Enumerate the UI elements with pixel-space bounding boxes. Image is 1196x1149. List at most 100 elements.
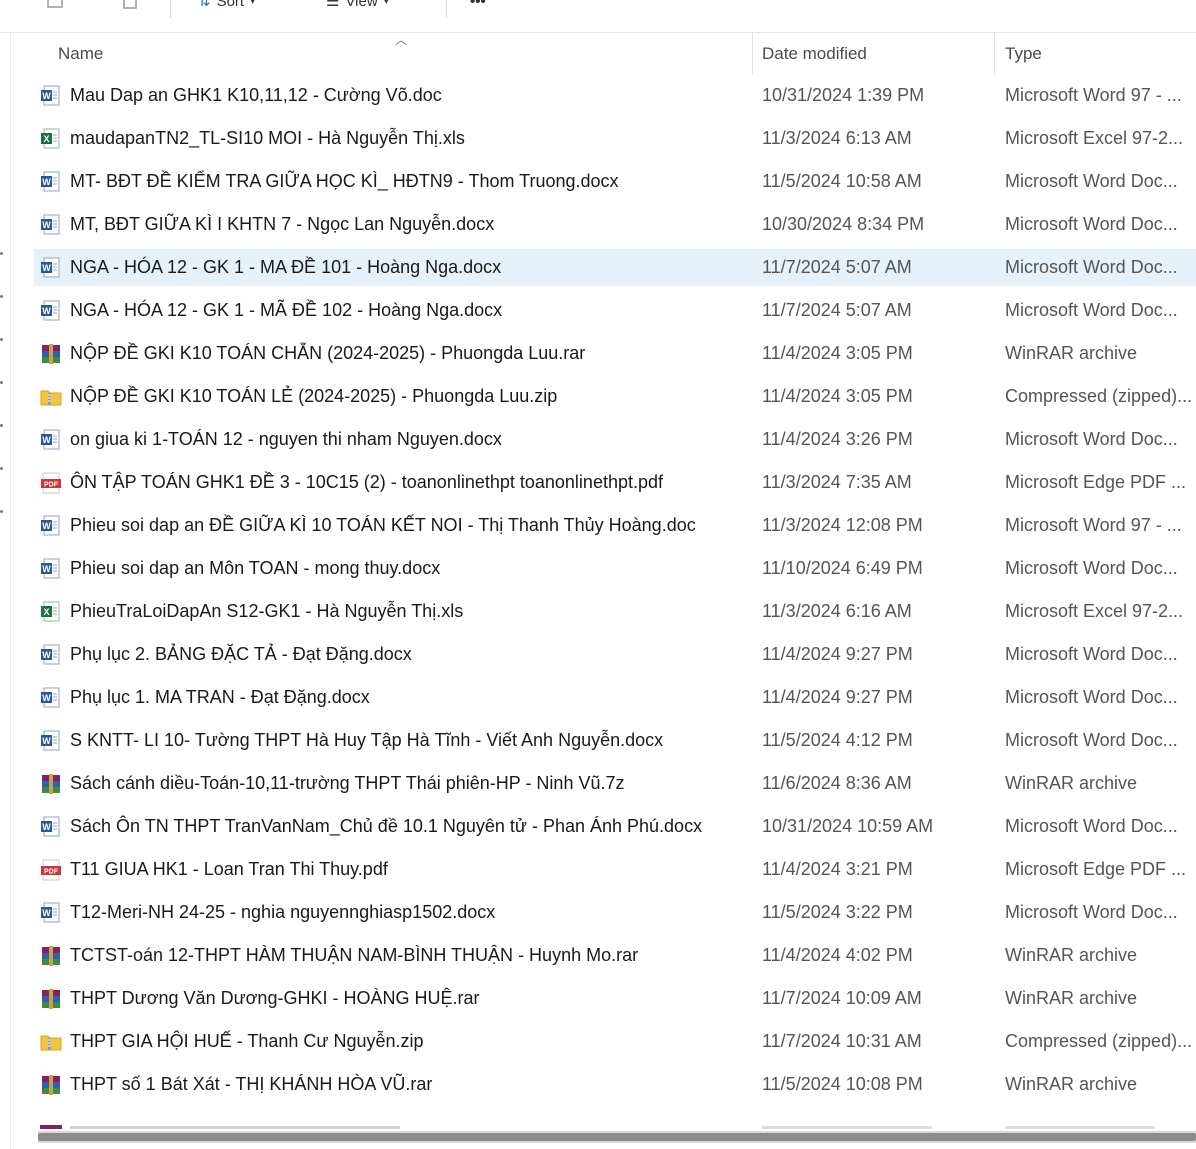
file-row[interactable]: Sách cánh diều-Toán-10,11-trường THPT Th… <box>34 765 1196 802</box>
svg-text:W: W <box>42 306 51 316</box>
file-row[interactable]: W MT- BĐT ĐỀ KIỂM TRA GIỮA HỌC KÌ_ HĐTN9… <box>34 163 1196 200</box>
file-row[interactable]: W T12-Meri-NH 24-25 - nghia nguyennghias… <box>34 894 1196 931</box>
partially-visible-row <box>34 1119 1196 1129</box>
file-name: ÔN TẬP TOÁN GHK1 ĐỀ 3 - 10C15 (2) - toan… <box>70 472 663 492</box>
file-type: WinRAR archive <box>1005 1074 1138 1094</box>
svg-text:X: X <box>43 607 49 617</box>
file-type: Microsoft Excel 97-2... <box>1005 128 1184 148</box>
file-date-modified: 11/7/2024 10:31 AM <box>762 1031 922 1051</box>
more-icon: ••• <box>470 0 486 10</box>
file-name: THPT Dương Văn Dương-GHKI - HOÀNG HUỆ.ra… <box>70 988 480 1008</box>
file-row[interactable]: W NGA - HÓA 12 - GK 1 - MÃ ĐỀ 102 - Hoàn… <box>34 292 1196 329</box>
scrollbar-thumb[interactable] <box>38 1133 1196 1141</box>
file-type: Microsoft Word Doc... <box>1005 300 1178 320</box>
sort-icon: ⇅ <box>198 0 211 10</box>
file-type: WinRAR archive <box>1005 773 1138 793</box>
file-date-modified: 11/4/2024 4:02 PM <box>762 945 913 965</box>
excel-spreadsheet-icon: X <box>40 601 62 623</box>
toolbar-divider <box>170 0 171 18</box>
file-date-modified: 11/4/2024 9:27 PM <box>762 687 913 707</box>
word-document-icon: W <box>40 730 62 752</box>
file-type: Microsoft Word Doc... <box>1005 644 1178 664</box>
svg-text:W: W <box>42 177 51 187</box>
file-row[interactable]: W S KNTT- LI 10- Tường THPT Hà Huy Tập H… <box>34 722 1196 759</box>
file-type: Microsoft Word Doc... <box>1005 214 1178 234</box>
file-type: Microsoft Word Doc... <box>1005 429 1178 449</box>
sort-button[interactable]: ⇅ Sort ▾ <box>198 0 255 12</box>
file-name: Phụ lục 2. BẢNG ĐẶC TẢ - Đạt Đặng.docx <box>70 644 412 664</box>
column-resize-handle[interactable] <box>752 33 753 75</box>
word-document-icon: W <box>40 558 62 580</box>
file-type: Compressed (zipped)... <box>1005 386 1193 406</box>
file-row[interactable]: X maudapanTN2_TL-SI10 MOI - Hà Nguyễn Th… <box>34 120 1196 157</box>
chevron-down-icon: ▾ <box>250 0 256 7</box>
file-type: Compressed (zipped)... <box>1005 1031 1193 1051</box>
toolbar-divider <box>446 0 447 18</box>
file-type: Microsoft Word Doc... <box>1005 730 1178 750</box>
share-icon[interactable] <box>46 0 66 12</box>
winrar-archive-icon <box>40 1074 62 1096</box>
word-document-icon: W <box>40 515 62 537</box>
zip-folder-icon <box>40 386 62 408</box>
file-row[interactable]: W Sách Ôn TN THPT TranVanNam_Chủ đề 10.1… <box>34 808 1196 845</box>
file-date-modified: 11/5/2024 4:12 PM <box>762 730 913 750</box>
file-name: S KNTT- LI 10- Tường THPT Hà Huy Tập Hà … <box>70 730 664 750</box>
more-options-button[interactable]: ••• <box>470 0 486 12</box>
file-date-modified: 11/5/2024 3:22 PM <box>762 902 913 922</box>
delete-icon[interactable] <box>120 0 140 12</box>
file-name: Sách Ôn TN THPT TranVanNam_Chủ đề 10.1 N… <box>70 816 703 836</box>
svg-text:W: W <box>42 693 51 703</box>
svg-text:X: X <box>43 134 49 144</box>
column-header-type[interactable]: Type <box>1005 33 1195 75</box>
file-row[interactable]: W Phụ lục 1. MA TRAN - Đạt Đặng.docx 11/… <box>34 679 1196 716</box>
file-row[interactable]: NỘP ĐỀ GKI K10 TOÁN CHẴN (2024-2025) - P… <box>34 335 1196 372</box>
word-document-icon: W <box>40 429 62 451</box>
svg-text:W: W <box>42 564 51 574</box>
file-type: Microsoft Word Doc... <box>1005 816 1178 836</box>
nav-marker <box>0 338 3 341</box>
file-date-modified: 11/7/2024 10:09 AM <box>762 988 922 1008</box>
svg-text:W: W <box>42 521 51 531</box>
column-header-name[interactable]: Name <box>58 33 748 75</box>
file-type: Microsoft Word Doc... <box>1005 257 1178 277</box>
navigation-pane-edge[interactable] <box>0 33 11 1149</box>
file-row[interactable]: TCTST-oán 12-THPT HÀM THUẬN NAM-BÌNH THU… <box>34 937 1196 974</box>
word-document-icon: W <box>40 85 62 107</box>
file-type: Microsoft Word 97 - ... <box>1005 515 1182 535</box>
view-icon: ☰ <box>326 0 340 10</box>
file-date-modified: 11/4/2024 9:27 PM <box>762 644 913 664</box>
file-name: on giua ki 1-TOÁN 12 - nguyen thi nham N… <box>70 429 502 449</box>
file-name: Phieu soi dap an ĐỀ GIỮA KÌ 10 TOÁN KẾT … <box>70 515 696 535</box>
file-date-modified: 11/5/2024 10:58 AM <box>762 171 922 191</box>
file-name: THPT GIA HỘI HUẾ - Thanh Cư Nguyễn.zip <box>70 1031 424 1051</box>
nav-marker <box>0 467 3 470</box>
file-row[interactable]: NỘP ĐỀ GKI K10 TOÁN LẺ (2024-2025) - Phu… <box>34 378 1196 415</box>
file-row[interactable]: W Phieu soi dap an Môn TOAN - mong thuy.… <box>34 550 1196 587</box>
file-row[interactable]: W Phụ lục 2. BẢNG ĐẶC TẢ - Đạt Đặng.docx… <box>34 636 1196 673</box>
svg-text:W: W <box>42 908 51 918</box>
file-row[interactable]: THPT GIA HỘI HUẾ - Thanh Cư Nguyễn.zip 1… <box>34 1023 1196 1060</box>
file-row[interactable]: PDF T11 GIUA HK1 - Loan Tran Thi Thuy.pd… <box>34 851 1196 888</box>
view-button[interactable]: ☰ View ▾ <box>326 0 389 12</box>
sort-label: Sort <box>216 0 245 10</box>
word-document-icon: W <box>40 644 62 666</box>
file-row[interactable]: W Mau Dap an GHK1 K10,11,12 - Cường Võ.d… <box>34 77 1196 114</box>
svg-text:W: W <box>42 822 51 832</box>
column-resize-handle[interactable] <box>994 33 995 75</box>
file-row[interactable]: W on giua ki 1-TOÁN 12 - nguyen thi nham… <box>34 421 1196 458</box>
file-row[interactable]: THPT Dương Văn Dương-GHKI - HOÀNG HUỆ.ra… <box>34 980 1196 1017</box>
column-header-date[interactable]: Date modified <box>762 33 992 75</box>
winrar-archive-icon <box>40 343 62 365</box>
file-name: T11 GIUA HK1 - Loan Tran Thi Thuy.pdf <box>70 859 388 879</box>
file-name: TCTST-oán 12-THPT HÀM THUẬN NAM-BÌNH THU… <box>70 945 639 965</box>
file-row[interactable]: THPT số 1 Bát Xát - THỊ KHÁNH HÒA VŨ.rar… <box>34 1066 1196 1103</box>
file-row[interactable]: W MT, BĐT GIỮA KÌ I KHTN 7 - Ngọc Lan Ng… <box>34 206 1196 243</box>
chevron-down-icon: ▾ <box>383 0 389 7</box>
file-row[interactable]: W NGA - HÓA 12 - GK 1 - MA ĐỀ 101 - Hoàn… <box>34 249 1196 286</box>
file-row[interactable]: X PhieuTraLoiDapAn S12-GK1 - Hà Nguyễn T… <box>34 593 1196 630</box>
file-row[interactable]: W Phieu soi dap an ĐỀ GIỮA KÌ 10 TOÁN KẾ… <box>34 507 1196 544</box>
file-name: NGA - HÓA 12 - GK 1 - MA ĐỀ 101 - Hoàng … <box>70 257 502 277</box>
file-type: Microsoft Edge PDF ... <box>1005 472 1187 492</box>
horizontal-scrollbar[interactable] <box>38 1131 1196 1143</box>
file-row[interactable]: PDF ÔN TẬP TOÁN GHK1 ĐỀ 3 - 10C15 (2) - … <box>34 464 1196 501</box>
